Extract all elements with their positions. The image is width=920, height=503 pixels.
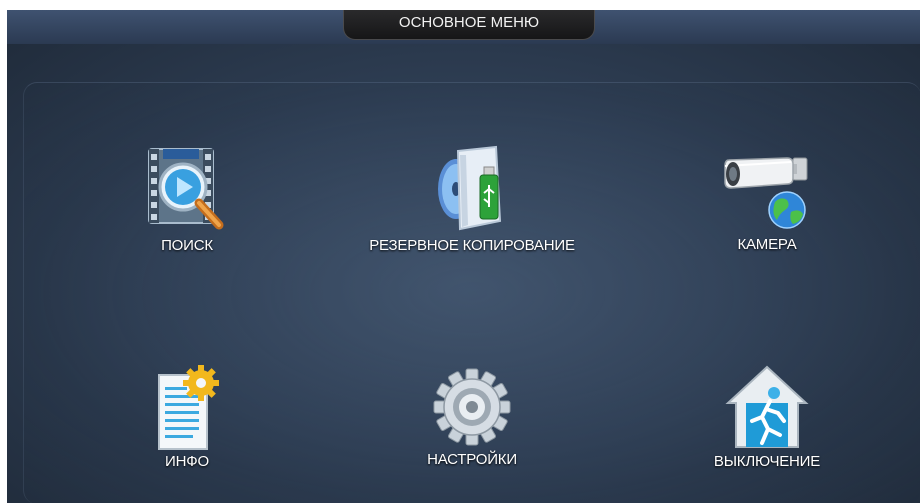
photo-frame: ОСНОВНОЕ МЕНЮ ПОИСК РЕЗЕРВНОЕ КОПИРОВАНИ…	[0, 0, 920, 503]
house-exit-icon	[725, 365, 809, 448]
menu-label-camera: КАМЕРА	[737, 236, 797, 253]
menu-label-search: ПОИСК	[161, 237, 213, 254]
menu-item-shutdown[interactable]: ВЫКЛЮЧЕНИЕ	[687, 363, 847, 470]
menu-label-backup: РЕЗЕРВНОЕ КОПИРОВАНИЕ	[369, 237, 575, 254]
page-title: ОСНОВНОЕ МЕНЮ	[343, 10, 595, 40]
menu-label-info: ИНФО	[165, 453, 209, 470]
menu-item-backup[interactable]: РЕЗЕРВНОЕ КОПИРОВАНИЕ	[337, 145, 607, 254]
menu-label-shutdown: ВЫКЛЮЧЕНИЕ	[713, 453, 821, 470]
top-margin	[0, 0, 920, 10]
gear-icon	[433, 368, 511, 446]
camera-globe-icon	[724, 157, 808, 229]
menu-item-settings[interactable]: НАСТРОЙКИ	[397, 365, 547, 468]
menu-label-settings: НАСТРОЙКИ	[427, 451, 517, 468]
document-gear-icon	[158, 365, 219, 450]
film-magnifier-icon	[148, 148, 224, 230]
menu-item-camera[interactable]: КАМЕРА	[697, 150, 837, 253]
dvr-screen: ОСНОВНОЕ МЕНЮ ПОИСК РЕЗЕРВНОЕ КОПИРОВАНИ…	[7, 10, 920, 503]
menu-item-search[interactable]: ПОИСК	[127, 145, 247, 254]
disc-usb-icon	[438, 145, 502, 231]
menu-item-info[interactable]: ИНФО	[127, 365, 247, 470]
